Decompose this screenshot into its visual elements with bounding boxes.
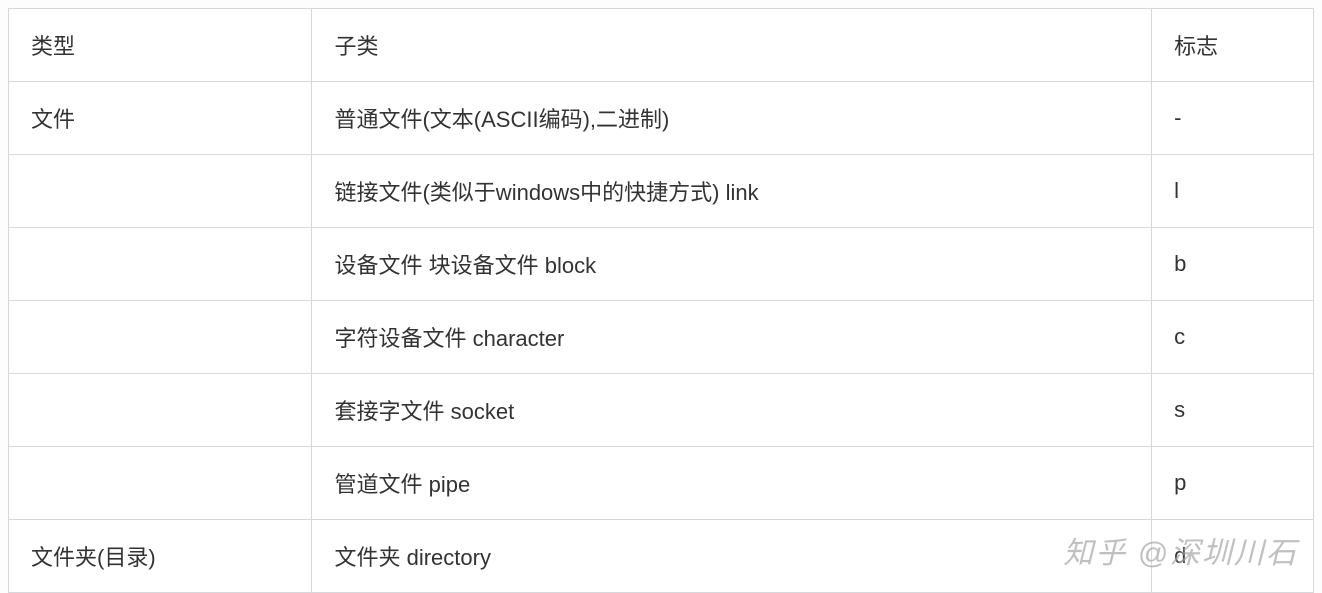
cell-flag: c	[1152, 301, 1314, 374]
header-flag: 标志	[1152, 9, 1314, 82]
cell-subtype: 字符设备文件 character	[312, 301, 1152, 374]
cell-type	[9, 228, 312, 301]
cell-type	[9, 301, 312, 374]
cell-subtype: 管道文件 pipe	[312, 447, 1152, 520]
table-row: 管道文件 pipe p	[9, 447, 1314, 520]
header-subtype: 子类	[312, 9, 1152, 82]
file-type-table: 类型 子类 标志 文件 普通文件(文本(ASCII编码),二进制) - 链接文件…	[8, 8, 1314, 593]
cell-flag: -	[1152, 82, 1314, 155]
table-row: 设备文件 块设备文件 block b	[9, 228, 1314, 301]
cell-type	[9, 374, 312, 447]
cell-subtype: 套接字文件 socket	[312, 374, 1152, 447]
cell-subtype: 文件夹 directory	[312, 520, 1152, 593]
cell-subtype: 设备文件 块设备文件 block	[312, 228, 1152, 301]
cell-type: 文件夹(目录)	[9, 520, 312, 593]
table-row: 字符设备文件 character c	[9, 301, 1314, 374]
cell-flag: p	[1152, 447, 1314, 520]
cell-flag: b	[1152, 228, 1314, 301]
cell-subtype: 链接文件(类似于windows中的快捷方式) link	[312, 155, 1152, 228]
cell-subtype: 普通文件(文本(ASCII编码),二进制)	[312, 82, 1152, 155]
cell-flag: d	[1152, 520, 1314, 593]
cell-type: 文件	[9, 82, 312, 155]
cell-flag: l	[1152, 155, 1314, 228]
table-header-row: 类型 子类 标志	[9, 9, 1314, 82]
header-type: 类型	[9, 9, 312, 82]
table-row: 文件夹(目录) 文件夹 directory d	[9, 520, 1314, 593]
cell-flag: s	[1152, 374, 1314, 447]
cell-type	[9, 155, 312, 228]
table-row: 套接字文件 socket s	[9, 374, 1314, 447]
table-row: 文件 普通文件(文本(ASCII编码),二进制) -	[9, 82, 1314, 155]
cell-type	[9, 447, 312, 520]
table-row: 链接文件(类似于windows中的快捷方式) link l	[9, 155, 1314, 228]
